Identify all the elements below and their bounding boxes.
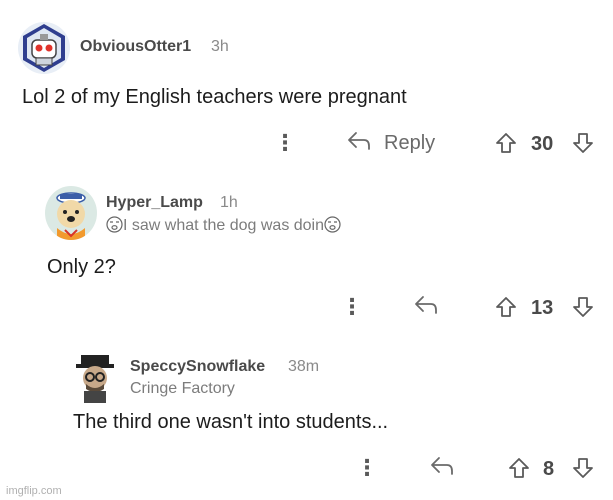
reply-arrow-icon <box>429 455 455 482</box>
vote-score: 30 <box>531 133 554 155</box>
dog-sailor-avatar-icon <box>56 192 86 240</box>
more-options-icon[interactable]: ⋮ <box>341 294 363 320</box>
reply-arrow-icon <box>346 130 372 157</box>
timestamp: 3h <box>211 38 229 55</box>
upvote-arrow-icon[interactable] <box>508 457 530 479</box>
username[interactable]: SpeccySnowflake <box>130 358 265 376</box>
reply-button[interactable]: Reply <box>346 128 435 158</box>
user-flair-text: I saw what the dog was doin <box>123 217 325 234</box>
more-options-icon[interactable]: ⋮ <box>274 130 296 156</box>
otter-robot-avatar-icon <box>23 24 65 72</box>
avatar[interactable] <box>18 22 70 74</box>
user-flair: I saw what the dog was doin <box>106 216 341 238</box>
downvote-arrow-icon[interactable] <box>572 132 594 154</box>
reply-button[interactable] <box>413 292 439 322</box>
comment-body: Lol 2 of my English teachers were pregna… <box>22 86 407 108</box>
comment-body: The third one wasn't into students... <box>73 411 389 433</box>
comment-body: Only 2? <box>47 256 116 278</box>
reply-arrow-icon <box>413 294 439 321</box>
hat-glasses-avatar-icon <box>76 355 114 403</box>
timestamp: 1h <box>220 194 238 211</box>
dizzy-face-icon <box>106 216 123 238</box>
downvote-arrow-icon[interactable] <box>572 296 594 318</box>
reply-label: Reply <box>384 131 436 154</box>
username[interactable]: ObviousOtter1 <box>80 38 191 56</box>
downvote-arrow-icon[interactable] <box>572 457 594 479</box>
more-options-icon[interactable]: ⋮ <box>356 455 378 481</box>
watermark: imgflip.com <box>6 485 62 497</box>
reply-button[interactable] <box>429 453 455 483</box>
upvote-arrow-icon[interactable] <box>495 132 517 154</box>
user-flair: Cringe Factory <box>130 380 235 397</box>
dizzy-face-icon <box>324 216 341 238</box>
vote-score: 13 <box>531 297 554 319</box>
upvote-arrow-icon[interactable] <box>495 296 517 318</box>
avatar[interactable] <box>72 351 118 403</box>
vote-score: 8 <box>543 458 555 480</box>
username[interactable]: Hyper_Lamp <box>106 194 203 212</box>
avatar[interactable] <box>45 186 97 240</box>
timestamp: 38m <box>288 358 320 375</box>
